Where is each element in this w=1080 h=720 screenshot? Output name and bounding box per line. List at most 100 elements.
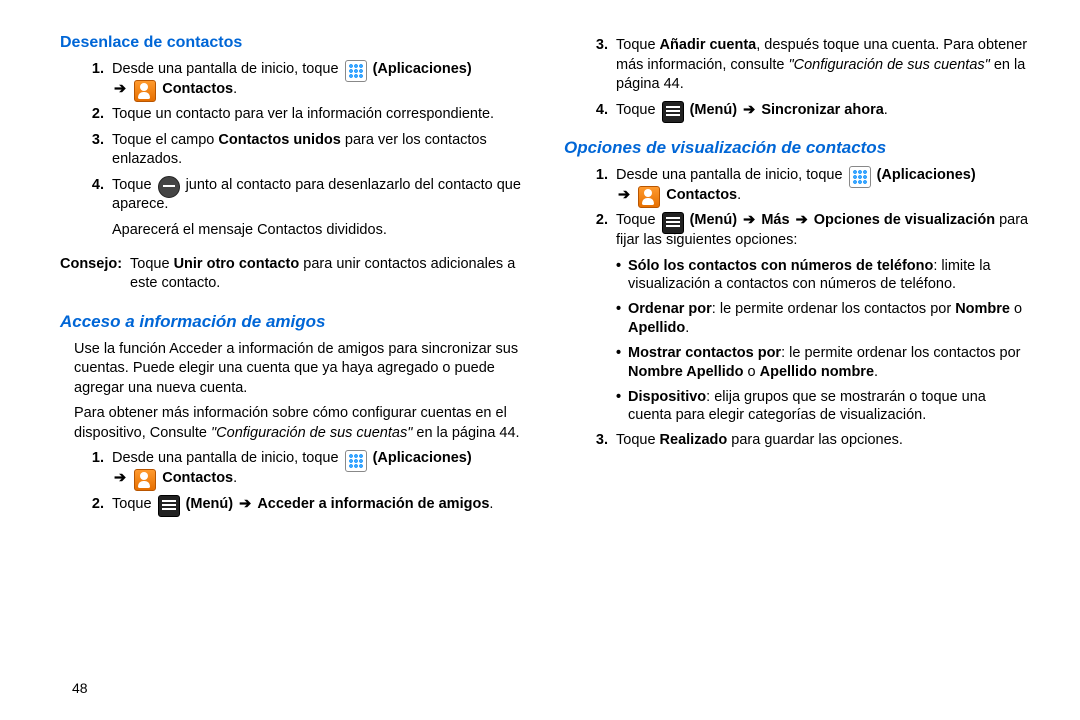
list-item: 1. Desde una pantalla de inicio, toque (… <box>88 449 528 488</box>
tip-label: Consejo: <box>60 255 122 294</box>
reference-italic: "Configuración de sus cuentas" <box>211 425 412 441</box>
tip-row: Consejo: Toque Unir otro contacto para u… <box>60 255 528 294</box>
step-text: Toque un contacto para ver la informació… <box>112 105 528 125</box>
steps-desenlace: 1. Desde una pantalla de inicio, toque (… <box>60 60 528 215</box>
menu-label: (Menú) <box>690 102 738 118</box>
list-item: Mostrar contactos por: le permite ordena… <box>616 344 1032 382</box>
heading-desenlace: Desenlace de contactos <box>60 34 528 52</box>
list-item: 4. Toque (Menú) ➔ Sincronizar ahora. <box>592 101 1032 121</box>
list-item: 3. Toque Añadir cuenta, después toque un… <box>592 36 1032 95</box>
menu-option: Sincronizar ahora <box>761 102 883 118</box>
step-number: 4. <box>592 101 608 121</box>
contacts-label: Contactos <box>162 81 233 97</box>
list-item: 3. Toque Realizado para guardar las opci… <box>592 431 1032 451</box>
contacts-icon <box>134 469 156 491</box>
menu-label: (Menú) <box>690 212 738 228</box>
step-number: 3. <box>592 36 608 95</box>
step-bold: Realizado <box>660 432 728 448</box>
step-text: para guardar las opciones. <box>727 432 903 448</box>
option-desc: : le permite ordenar los contactos por <box>781 345 1020 361</box>
step-text: Toque <box>616 212 660 228</box>
result-note: Aparecerá el mensaje Contactos divididos… <box>112 221 528 241</box>
step-text: Toque el campo <box>112 132 218 148</box>
arrow-icon: ➔ <box>741 102 757 118</box>
menu-option: Opciones de visualización <box>814 212 995 228</box>
arrow-icon: ➔ <box>112 81 128 97</box>
steps-acceso: 1. Desde una pantalla de inicio, toque (… <box>60 449 528 514</box>
option-name: Ordenar por <box>628 301 712 317</box>
body-paragraph: Para obtener más información sobre cómo … <box>74 404 528 443</box>
body-paragraph: Use la función Acceder a información de … <box>74 340 528 399</box>
option-name: Mostrar contactos por <box>628 345 781 361</box>
contacts-label: Contactos <box>666 187 737 203</box>
steps-final: 3. Toque Realizado para guardar las opci… <box>564 431 1032 451</box>
step-text: Desde una pantalla de inicio, toque <box>112 450 343 466</box>
menu-icon <box>662 212 684 234</box>
contacts-label: Contactos <box>162 470 233 486</box>
list-item: 1. Desde una pantalla de inicio, toque (… <box>88 60 528 99</box>
minus-icon <box>158 176 180 198</box>
step-bold: Añadir cuenta <box>660 37 757 53</box>
menu-option: Acceder a información de amigos <box>257 496 489 512</box>
step-number: 2. <box>88 105 104 125</box>
steps-continued: 3. Toque Añadir cuenta, después toque un… <box>564 36 1032 120</box>
step-text: Toque <box>616 102 660 118</box>
arrow-icon: ➔ <box>112 470 128 486</box>
tip-bold: Unir otro contacto <box>174 256 300 272</box>
contacts-icon <box>134 80 156 102</box>
options-bullets: Sólo los contactos con números de teléfo… <box>564 257 1032 426</box>
list-item: 2. Toque un contacto para ver la informa… <box>88 105 528 125</box>
step-text: Toque <box>616 432 660 448</box>
list-item: Dispositivo: elija grupos que se mostrar… <box>616 388 1032 426</box>
step-text: Toque <box>112 177 156 193</box>
right-column: 3. Toque Añadir cuenta, después toque un… <box>564 30 1032 520</box>
option-name: Sólo los contactos con números de teléfo… <box>628 258 933 274</box>
list-item: Ordenar por: le permite ordenar los cont… <box>616 300 1032 338</box>
reference-italic: "Configuración de sus cuentas" <box>788 57 989 73</box>
step-number: 3. <box>88 131 104 170</box>
step-number: 2. <box>88 495 104 515</box>
menu-option: Más <box>761 212 789 228</box>
steps-opciones: 1. Desde una pantalla de inicio, toque (… <box>564 166 1032 250</box>
page-number: 48 <box>72 680 88 696</box>
step-number: 1. <box>88 449 104 488</box>
list-item: 2. Toque (Menú) ➔ Acceder a información … <box>88 495 528 515</box>
step-text: Desde una pantalla de inicio, toque <box>616 167 847 183</box>
apps-icon <box>345 60 367 82</box>
apps-icon <box>345 450 367 472</box>
step-text: Desde una pantalla de inicio, toque <box>112 61 343 77</box>
menu-icon <box>158 495 180 517</box>
step-number: 3. <box>592 431 608 451</box>
step-number: 1. <box>88 60 104 99</box>
apps-label: (Aplicaciones) <box>373 61 472 77</box>
apps-icon <box>849 166 871 188</box>
menu-label: (Menú) <box>186 496 234 512</box>
apps-label: (Aplicaciones) <box>877 167 976 183</box>
step-text: Toque <box>616 37 660 53</box>
apps-label: (Aplicaciones) <box>373 450 472 466</box>
option-value: Apellido <box>628 320 685 336</box>
option-desc: : le permite ordenar los contactos por <box>712 301 955 317</box>
contacts-icon <box>638 186 660 208</box>
list-item: Sólo los contactos con números de teléfo… <box>616 257 1032 295</box>
tip-text: Toque <box>130 256 174 272</box>
left-column: Desenlace de contactos 1. Desde una pant… <box>60 30 528 520</box>
list-item: 4. Toque junto al contacto para desenlaz… <box>88 176 528 215</box>
heading-acceso: Acceso a información de amigos <box>60 312 528 332</box>
step-bold: Contactos unidos <box>218 132 340 148</box>
list-item: 2. Toque (Menú) ➔ Más ➔ Opciones de visu… <box>592 211 1032 250</box>
arrow-icon: ➔ <box>741 212 757 228</box>
step-number: 2. <box>592 211 608 250</box>
menu-icon <box>662 101 684 123</box>
arrow-icon: ➔ <box>616 187 632 203</box>
option-name: Dispositivo <box>628 389 706 405</box>
step-number: 4. <box>88 176 104 215</box>
page-content: Desenlace de contactos 1. Desde una pant… <box>0 0 1080 530</box>
option-value: Apellido nombre <box>760 364 874 380</box>
heading-opciones: Opciones de visualización de contactos <box>564 138 1032 158</box>
list-item: 1. Desde una pantalla de inicio, toque (… <box>592 166 1032 205</box>
option-value: Nombre <box>955 301 1010 317</box>
list-item: 3. Toque el campo Contactos unidos para … <box>88 131 528 170</box>
arrow-icon: ➔ <box>794 212 810 228</box>
option-value: Nombre Apellido <box>628 364 743 380</box>
